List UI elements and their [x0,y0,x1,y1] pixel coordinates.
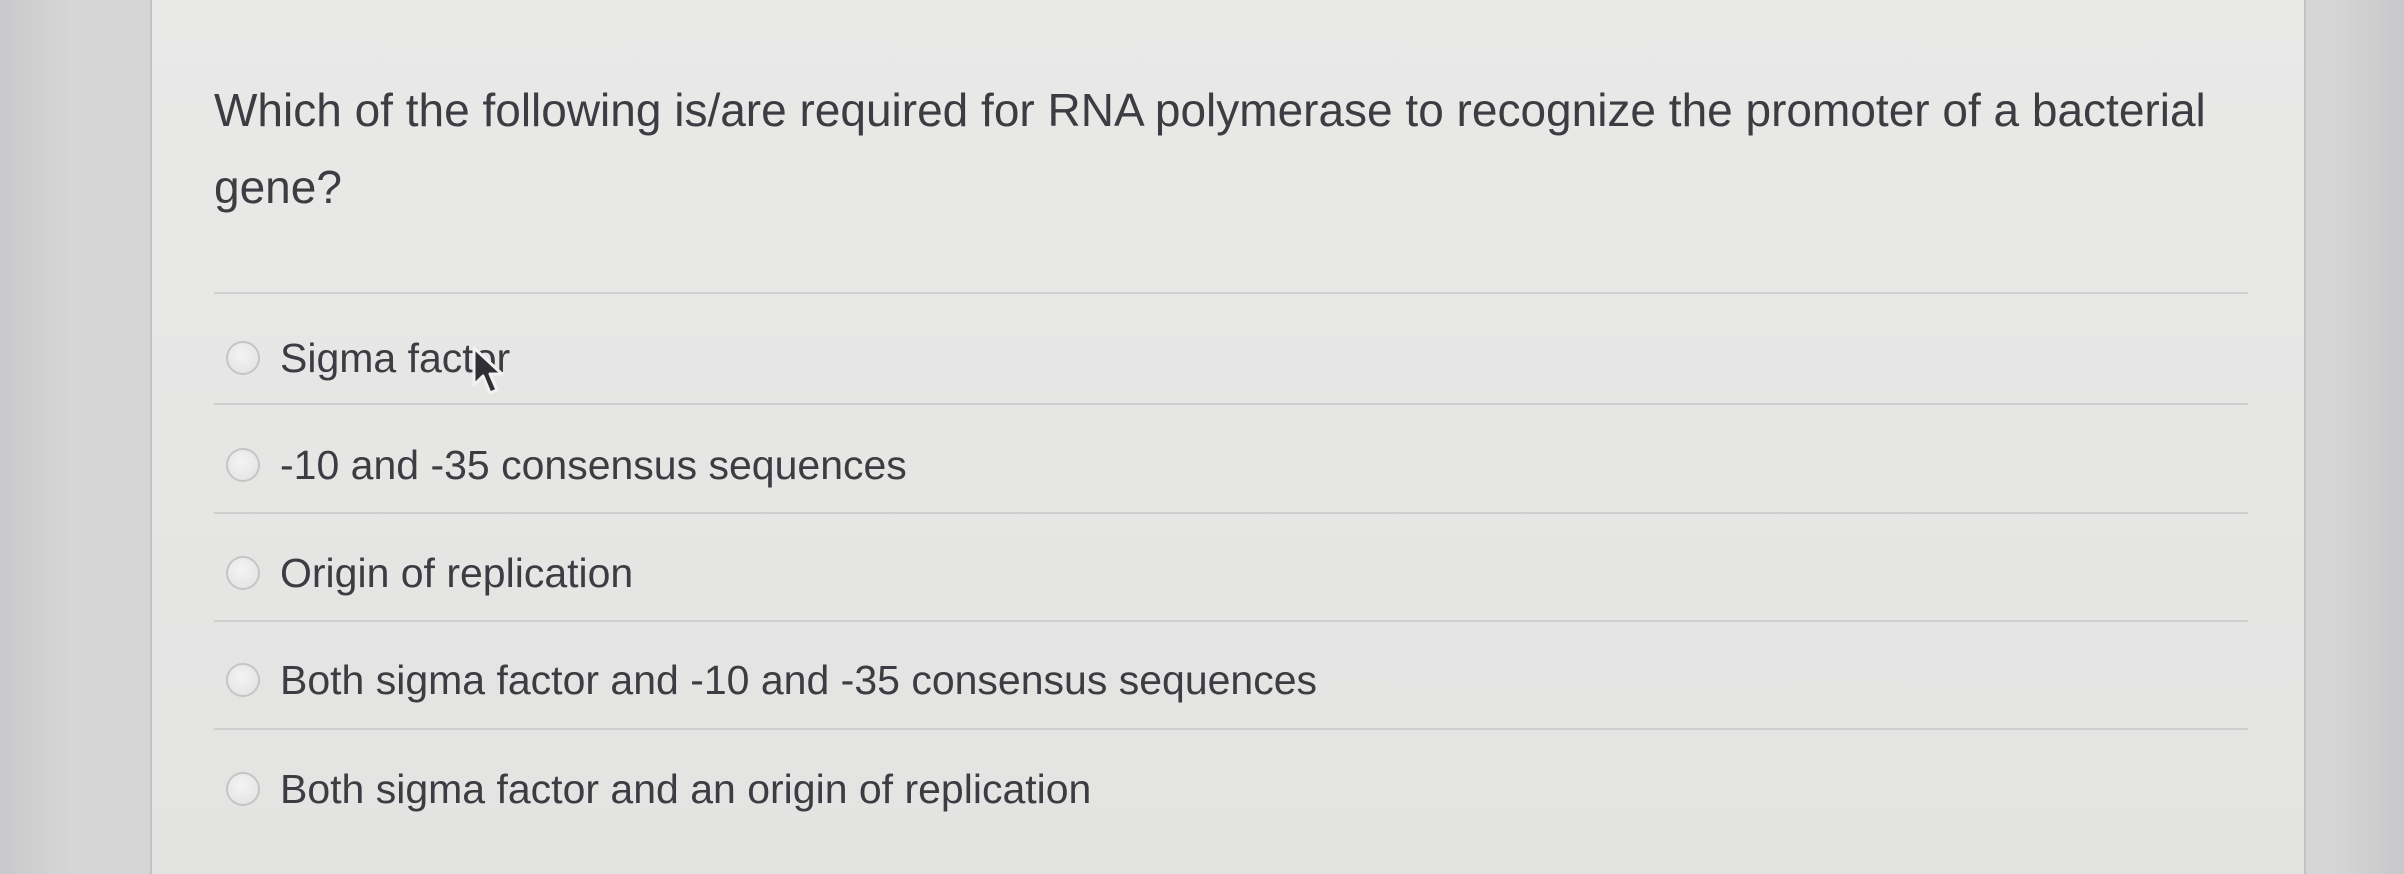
answer-option-sigma-factor[interactable]: Sigma factor [226,323,510,393]
page: Which of the following is/are required f… [0,0,2404,874]
divider [214,292,2248,294]
divider [214,512,2248,514]
option-label: Both sigma factor and an origin of repli… [280,765,1092,812]
option-label: -10 and -35 consensus sequences [280,441,907,488]
answer-option-sigma-and-origin[interactable]: Both sigma factor and an origin of repli… [226,754,1091,824]
radio-unselected-icon[interactable] [226,556,260,590]
answer-option-sigma-and-consensus[interactable]: Both sigma factor and -10 and -35 consen… [226,645,1317,715]
radio-unselected-icon[interactable] [226,663,260,697]
question-text: Which of the following is/are required f… [214,84,2206,213]
option-label: Origin of replication [280,549,634,596]
option-label: Both sigma factor and -10 and -35 consen… [280,656,1318,703]
divider [214,403,2248,405]
mouse-pointer-icon [472,346,504,395]
answer-option-origin-of-replication[interactable]: Origin of replication [226,538,633,608]
answer-option-consensus-sequences[interactable]: -10 and -35 consensus sequences [226,430,907,500]
radio-unselected-icon[interactable] [226,772,260,806]
question-card: Which of the following is/are required f… [150,0,2306,874]
divider [214,728,2248,730]
radio-unselected-icon[interactable] [226,448,260,482]
divider [214,620,2248,622]
radio-unselected-icon[interactable] [226,341,260,375]
